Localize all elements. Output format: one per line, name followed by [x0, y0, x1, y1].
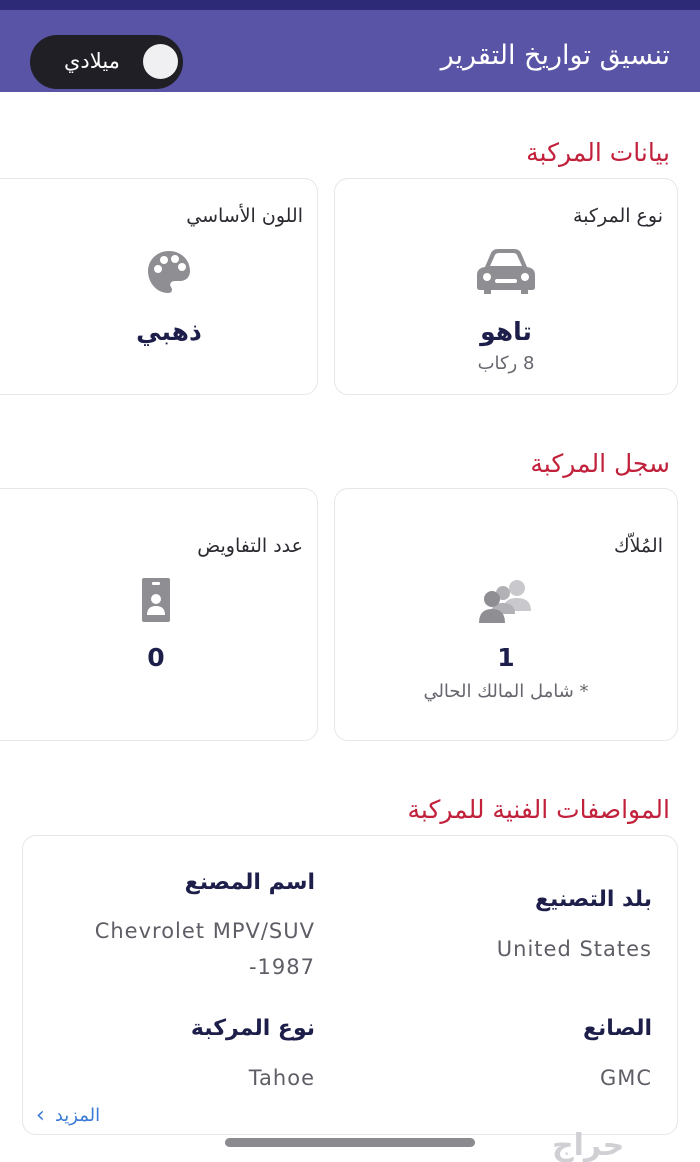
maker-value: GMC	[599, 1066, 652, 1090]
people-icon	[335, 577, 677, 623]
owners-count: 1	[497, 643, 515, 672]
owners-note: * شامل المالك الحالي	[423, 681, 589, 702]
calendar-toggle[interactable]: ميلادي	[30, 35, 183, 89]
spec-vehicle-type-value: Tahoe	[248, 1066, 315, 1090]
section-title-vehicle-record: سجل المركبة	[530, 449, 670, 478]
page-title: تنسيق تواريخ التقرير	[440, 40, 670, 71]
manufacturer-name-value-line2: -1987	[248, 955, 315, 979]
home-indicator[interactable]	[225, 1138, 475, 1147]
passengers-count: 8 ركاب	[477, 353, 535, 374]
more-button[interactable]: ‹ المزيد	[36, 1103, 100, 1128]
card-label: عدد التفاويض	[197, 535, 303, 557]
toggle-label: ميلادي	[64, 49, 120, 73]
primary-color-card[interactable]: اللون الأساسي ذهبي	[0, 178, 318, 395]
id-badge-icon	[0, 577, 317, 623]
manufacturer-name-label: اسم المصنع	[184, 870, 315, 895]
primary-color-value: ذهبي	[136, 317, 202, 346]
section-title-specs: المواصفات الفنية للمركبة	[407, 795, 671, 824]
section-title-vehicle-data: بيانات المركبة	[526, 138, 670, 167]
vehicle-type-card[interactable]: نوع المركبة تاهو 8 ركاب	[334, 178, 678, 395]
specs-card	[22, 835, 678, 1135]
status-bar	[0, 0, 700, 10]
spec-vehicle-type-label: نوع المركبة	[190, 1016, 315, 1041]
maker-label: الصانع	[582, 1016, 652, 1041]
card-label: اللون الأساسي	[186, 205, 303, 227]
manufacturer-name-value: Chevrolet MPV/SUV	[94, 919, 315, 943]
country-label: بلد التصنيع	[534, 887, 652, 912]
card-label: المُلاّك	[613, 535, 663, 557]
more-label: المزيد	[54, 1105, 101, 1126]
owners-card[interactable]: المُلاّك 1 * شامل المالك الحالي	[334, 488, 678, 741]
country-value: United States	[496, 937, 652, 961]
mandates-count: 0	[147, 643, 165, 672]
chevron-left-icon: ‹	[36, 1103, 45, 1128]
car-icon	[335, 247, 677, 295]
vehicle-type-value: تاهو	[480, 317, 532, 346]
mandates-card[interactable]: عدد التفاويض 0	[0, 488, 318, 741]
card-label: نوع المركبة	[573, 205, 663, 227]
watermark-logo: حراج	[552, 1128, 625, 1162]
toggle-knob[interactable]	[143, 44, 178, 79]
palette-icon	[0, 249, 317, 295]
header-bar: تنسيق تواريخ التقرير ميلادي	[0, 10, 700, 92]
